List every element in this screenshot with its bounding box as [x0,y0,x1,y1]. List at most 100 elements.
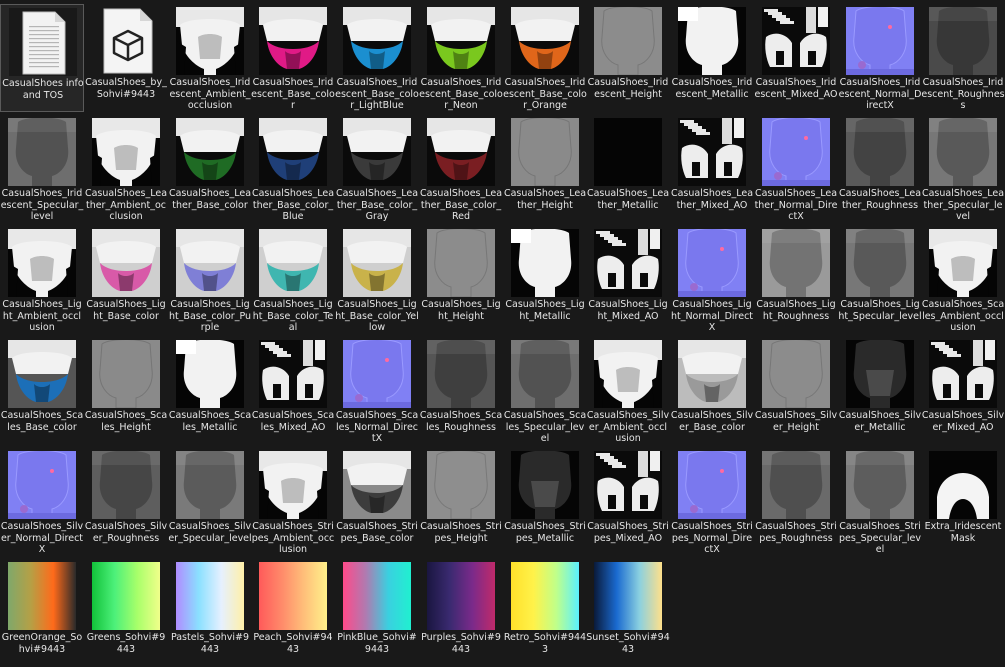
file-item-casualshoes-light-specular-level[interactable]: CasualShoes_Light_Specular_level [838,226,922,334]
thumbnail-image [92,118,160,186]
file-item-casualshoes-scales-metallic[interactable]: CasualShoes_Scales_Metallic [168,337,252,445]
file-item-retro-sohvi-9443[interactable]: Retro_Sohvi#9443 [503,559,587,667]
thumbnail-image [92,229,160,297]
file-item-casualshoes-scales-roughness[interactable]: CasualShoes_Scales_Roughness [419,337,503,445]
file-name-label: CasualShoes_Iridescent_Base_color_LightB… [335,77,419,111]
file-item-casualshoes-iridescent-base-color-orange[interactable]: CasualShoes_Iridescent_Base_color_Orange [503,4,587,112]
file-item-casualshoes-light-normal-directx[interactable]: CasualShoes_Light_Normal_DirectX [670,226,754,334]
file-item-casualshoes-iridescent-base-color-lightblue[interactable]: CasualShoes_Iridescent_Base_color_LightB… [335,4,419,112]
thumbnail-image [594,229,662,297]
file-name-label: CasualShoes_Leather_Base_color_Gray [335,188,419,222]
file-item-casualshoes-stripes-mixed-ao[interactable]: CasualShoes_Stripes_Mixed_AO [586,448,670,556]
file-item-casualshoes-iridescent-height[interactable]: CasualShoes_Iridescent_Height [586,4,670,112]
file-item-casualshoes-leather-normal-directx[interactable]: CasualShoes_Leather_Normal_DirectX [754,115,838,223]
file-item-casualshoes-stripes-ambient-occlusion[interactable]: CasualShoes_Stripes_Ambient_occlusion [251,448,335,556]
file-item-casualshoes-iridescent-roughness[interactable]: CasualShoes_Iridescent_Roughness [921,4,1005,112]
file-item-casualshoes-leather-ambient-occlusion[interactable]: CasualShoes_Leather_Ambient_occlusion [84,115,168,223]
file-item-sunset-sohvi-9443[interactable]: Sunset_Sohvi#9443 [586,559,670,667]
file-name-label: CasualShoes_Scales_Normal_DirectX [335,410,419,444]
file-item-casualshoes-iridescent-base-color[interactable]: CasualShoes_Iridescent_Base_color [251,4,335,112]
file-item-peach-sohvi-9443[interactable]: Peach_Sohvi#9443 [251,559,335,667]
file-item-casualshoes-silver-ambient-occlusion[interactable]: CasualShoes_Silver_Ambient_occlusion [586,337,670,445]
file-item-casualshoes-leather-specular-level[interactable]: CasualShoes_Leather_Specular_level [921,115,1005,223]
file-item-casualshoes-scales-base-color[interactable]: CasualShoes_Scales_Base_color [0,337,84,445]
thumbnail-image [762,7,830,75]
thumbnail-image [929,451,997,519]
file-item-casualshoes-leather-height[interactable]: CasualShoes_Leather_Height [503,115,587,223]
file-item-casualshoes-iridescent-normal-directx[interactable]: CasualShoes_Iridescent_Normal_DirectX [838,4,922,112]
file-item-greens-sohvi-9443[interactable]: Greens_Sohvi#9443 [84,559,168,667]
file-item-casualshoes-scales-normal-directx[interactable]: CasualShoes_Scales_Normal_DirectX [335,337,419,445]
file-item-casualshoes-stripes-normal-directx[interactable]: CasualShoes_Stripes_Normal_DirectX [670,448,754,556]
file-item-greenorange-sohvi-9443[interactable]: GreenOrange_Sohvi#9443 [0,559,84,667]
file-item-casualshoes-leather-mixed-ao[interactable]: CasualShoes_Leather_Mixed_AO [670,115,754,223]
file-item-casualshoes-silver-metallic[interactable]: CasualShoes_Silver_Metallic [838,337,922,445]
thumbnail-image [762,118,830,186]
thumbnail-image [511,451,579,519]
file-item-casualshoes-silver-height[interactable]: CasualShoes_Silver_Height [754,337,838,445]
file-name-label: CasualShoes_Silver_Roughness [84,521,168,544]
file-item-casualshoes-iridescent-base-color-neon[interactable]: CasualShoes_Iridescent_Base_color_Neon [419,4,503,112]
file-item-casualshoes-stripes-roughness[interactable]: CasualShoes_Stripes_Roughness [754,448,838,556]
file-item-casualshoes-silver-roughness[interactable]: CasualShoes_Silver_Roughness [84,448,168,556]
3d-object-icon [92,7,160,75]
file-name-label: CasualShoes_Light_Mixed_AO [588,299,668,322]
file-item-casualshoes-light-metallic[interactable]: CasualShoes_Light_Metallic [503,226,587,334]
document-icon [9,8,77,76]
file-item-extra-iridescent-mask[interactable]: Extra_Iridescent Mask [921,448,1005,556]
file-item-casualshoes-leather-base-color-gray[interactable]: CasualShoes_Leather_Base_color_Gray [335,115,419,223]
file-item-casualshoes-silver-normal-directx[interactable]: CasualShoes_Silver_Normal_DirectX [0,448,84,556]
file-item-casualshoes-leather-base-color[interactable]: CasualShoes_Leather_Base_color [168,115,252,223]
thumbnail-image [846,118,914,186]
file-item-casualshoes-light-base-color-teal[interactable]: CasualShoes_Light_Base_color_Teal [251,226,335,334]
thumbnail-image [762,451,830,519]
file-item-casualshoes-iridescent-metallic[interactable]: CasualShoes_Iridescent_Metallic [670,4,754,112]
file-item-casualshoes-info-and-tos[interactable]: CasualShoes info and TOS [0,4,84,112]
file-item-casualshoes-silver-specular-level[interactable]: CasualShoes_Silver_Specular_level [168,448,252,556]
file-item-casualshoes-iridescent-mixed-ao[interactable]: CasualShoes_Iridescent_Mixed_AO [754,4,838,112]
thumbnail-image [343,562,411,630]
file-name-label: CasualShoes_Iridescent_Base_color [251,77,335,111]
file-item-casualshoes-stripes-metallic[interactable]: CasualShoes_Stripes_Metallic [503,448,587,556]
file-item-casualshoes-scales-specular-level[interactable]: CasualShoes_Scales_Specular_level [503,337,587,445]
file-item-casualshoes-silver-base-color[interactable]: CasualShoes_Silver_Base_color [670,337,754,445]
file-item-casualshoes-silver-mixed-ao[interactable]: CasualShoes_Silver_Mixed_AO [921,337,1005,445]
file-name-label: CasualShoes_Iridescent_Ambient_occlusion [169,77,251,111]
file-item-casualshoes-stripes-specular-level[interactable]: CasualShoes_Stripes_Specular_level [838,448,922,556]
file-name-label: CasualShoes_Stripes_Ambient_occlusion [251,521,335,555]
file-name-label: CasualShoes_Iridescent_Metallic [671,77,753,100]
file-item-casualshoes-iridescent-specular-level[interactable]: CasualShoes_Iridescent_Specular_level [0,115,84,223]
file-name-label: CasualShoes_Light_Height [421,299,501,322]
file-item-pinkblue-sohvi-9443[interactable]: PinkBlue_Sohvi#9443 [335,559,419,667]
file-name-label: CasualShoes_Light_Roughness [756,299,836,322]
file-item-casualshoes-light-roughness[interactable]: CasualShoes_Light_Roughness [754,226,838,334]
file-item-casualshoes-leather-roughness[interactable]: CasualShoes_Leather_Roughness [838,115,922,223]
thumbnail-image [176,340,244,408]
file-name-label: CasualShoes_Stripes_Height [420,521,502,544]
file-item-casualshoes-leather-base-color-red[interactable]: CasualShoes_Leather_Base_color_Red [419,115,503,223]
thumbnail-image [511,7,579,75]
file-item-casualshoes-scales-height[interactable]: CasualShoes_Scales_Height [84,337,168,445]
file-item-casualshoes-scales-mixed-ao[interactable]: CasualShoes_Scales_Mixed_AO [251,337,335,445]
thumbnail-image [678,229,746,297]
file-item-casualshoes-light-base-color-yellow[interactable]: CasualShoes_Light_Base_color_Yellow [335,226,419,334]
file-item-casualshoes-stripes-height[interactable]: CasualShoes_Stripes_Height [419,448,503,556]
file-item-casualshoes-by-sohvi-9443[interactable]: CasualShoes_by_Sohvi#9443 [84,4,168,112]
file-item-casualshoes-light-mixed-ao[interactable]: CasualShoes_Light_Mixed_AO [586,226,670,334]
file-item-casualshoes-light-height[interactable]: CasualShoes_Light_Height [419,226,503,334]
file-item-casualshoes-iridescent-ambient-occlusion[interactable]: CasualShoes_Iridescent_Ambient_occlusion [168,4,252,112]
file-item-casualshoes-scales-ambient-occlusion[interactable]: CasualShoes_Scales_Ambient_occlusion [921,226,1005,334]
thumbnail-image [594,451,662,519]
file-item-casualshoes-leather-base-color-blue[interactable]: CasualShoes_Leather_Base_color_Blue [251,115,335,223]
thumbnail-image [678,340,746,408]
thumbnail-image [846,7,914,75]
file-item-pastels-sohvi-9443[interactable]: Pastels_Sohvi#9443 [168,559,252,667]
file-item-casualshoes-leather-metallic[interactable]: CasualShoes_Leather_Metallic [586,115,670,223]
file-item-purples-sohvi-9443[interactable]: Purples_Sohvi#9443 [419,559,503,667]
file-item-casualshoes-light-ambient-occlusion[interactable]: CasualShoes_Light_Ambient_occlusion [0,226,84,334]
file-item-casualshoes-light-base-color[interactable]: CasualShoes_Light_Base_color [84,226,168,334]
file-name-label: Pastels_Sohvi#9443 [170,632,250,655]
file-name-label: Purples_Sohvi#9443 [421,632,501,655]
file-item-casualshoes-stripes-base-color[interactable]: CasualShoes_Stripes_Base_color [335,448,419,556]
file-item-casualshoes-light-base-color-purple[interactable]: CasualShoes_Light_Base_color_Purple [168,226,252,334]
